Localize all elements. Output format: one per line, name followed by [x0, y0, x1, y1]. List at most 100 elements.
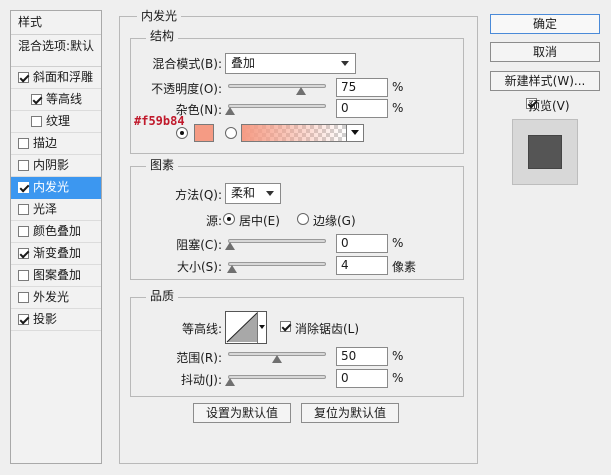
blend-mode-value: 叠加	[231, 56, 256, 70]
style-item-checkbox[interactable]	[18, 72, 29, 83]
style-item-checkbox[interactable]	[18, 226, 29, 237]
style-item-label: 光泽	[33, 202, 58, 216]
reset-default-button[interactable]: 复位为默认值	[301, 403, 399, 423]
style-item[interactable]: 内发光	[11, 177, 101, 199]
style-item[interactable]: 投影	[11, 309, 101, 331]
style-item-checkbox[interactable]	[18, 248, 29, 259]
source-center-radio[interactable]	[223, 213, 235, 225]
method-value: 柔和	[231, 186, 256, 200]
style-item-label: 投影	[33, 312, 58, 326]
size-input[interactable]: 4	[336, 256, 388, 275]
style-item-label: 图案叠加	[33, 268, 82, 282]
style-item-label: 描边	[33, 136, 58, 150]
antialias-label[interactable]: 消除锯齿(L)	[295, 320, 359, 337]
choke-unit: %	[392, 236, 404, 250]
size-slider-thumb[interactable]	[226, 265, 237, 273]
gradient-preview	[242, 125, 346, 141]
gradient-radio[interactable]	[225, 127, 237, 139]
blend-mode-label: 混合模式(B):	[152, 57, 222, 71]
range-input[interactable]: 50	[336, 347, 388, 366]
range-slider-thumb[interactable]	[272, 355, 282, 363]
glow-color-swatch[interactable]	[194, 124, 214, 142]
solid-color-radio[interactable]	[176, 127, 188, 139]
chevron-down-icon	[266, 191, 274, 196]
source-center-label[interactable]: 居中(E)	[239, 212, 280, 229]
blending-options-item[interactable]: 混合选项:默认	[11, 35, 101, 67]
style-item-checkbox[interactable]	[18, 160, 29, 171]
choke-input[interactable]: 0	[336, 234, 388, 253]
method-label: 方法(Q):	[175, 188, 222, 202]
set-default-button[interactable]: 设置为默认值	[193, 403, 291, 423]
style-item[interactable]: 外发光	[11, 287, 101, 309]
source-label: 源:	[205, 214, 222, 228]
opacity-input[interactable]: 75	[336, 78, 388, 97]
opacity-label: 不透明度(O):	[151, 82, 222, 96]
choke-slider[interactable]	[228, 239, 326, 243]
contour-picker[interactable]	[225, 311, 267, 344]
noise-slider-thumb[interactable]	[225, 107, 235, 115]
gradient-dropdown-button[interactable]	[346, 125, 363, 141]
inner-glow-title: 内发光	[137, 9, 182, 23]
size-slider[interactable]	[228, 262, 326, 266]
jitter-input[interactable]: 0	[336, 369, 388, 388]
chevron-down-icon	[341, 61, 349, 66]
style-item-checkbox[interactable]	[18, 182, 29, 193]
contour-dropdown-button[interactable]	[257, 312, 266, 343]
style-item[interactable]: 光泽	[11, 199, 101, 221]
style-item-checkbox[interactable]	[18, 204, 29, 215]
style-item[interactable]: 描边	[11, 133, 101, 155]
styles-title: 样式	[11, 11, 101, 35]
style-item-label: 等高线	[46, 92, 83, 106]
choke-slider-thumb[interactable]	[225, 242, 235, 250]
style-item[interactable]: 渐变叠加	[11, 243, 101, 265]
preview-label[interactable]: 预览(V)	[528, 97, 570, 114]
noise-unit: %	[392, 101, 404, 115]
style-item[interactable]: 斜面和浮雕	[11, 67, 101, 89]
opacity-slider[interactable]	[228, 84, 326, 88]
opacity-slider-thumb[interactable]	[295, 87, 306, 95]
jitter-slider[interactable]	[228, 375, 326, 379]
method-select[interactable]: 柔和	[225, 183, 281, 204]
size-label: 大小(S):	[176, 260, 222, 274]
new-style-button[interactable]: 新建样式(W)...	[490, 71, 600, 91]
style-item-checkbox[interactable]	[18, 314, 29, 325]
style-item-checkbox[interactable]	[18, 292, 29, 303]
style-item[interactable]: 图案叠加	[11, 265, 101, 287]
style-item-label: 纹理	[46, 114, 71, 128]
noise-input[interactable]: 0	[336, 99, 388, 118]
jitter-unit: %	[392, 371, 404, 385]
source-edge-label[interactable]: 边缘(G)	[313, 212, 356, 229]
ok-button[interactable]: 确定	[490, 14, 600, 34]
style-item[interactable]: 纹理	[11, 111, 101, 133]
chevron-down-icon	[259, 325, 265, 329]
size-unit: 像素	[392, 260, 417, 274]
structure-title: 结构	[146, 29, 179, 43]
style-item-label: 颜色叠加	[33, 224, 82, 238]
style-item-label: 斜面和浮雕	[33, 70, 94, 84]
style-item-checkbox[interactable]	[31, 116, 42, 127]
style-item-checkbox[interactable]	[31, 94, 42, 105]
style-item-checkbox[interactable]	[18, 138, 29, 149]
style-item-label: 渐变叠加	[33, 246, 82, 260]
opacity-unit: %	[392, 80, 404, 94]
style-item[interactable]: 颜色叠加	[11, 221, 101, 243]
style-item[interactable]: 等高线	[11, 89, 101, 111]
noise-slider[interactable]	[228, 104, 326, 108]
style-item[interactable]: 内阴影	[11, 155, 101, 177]
jitter-label: 抖动(J):	[181, 373, 222, 387]
jitter-slider-thumb[interactable]	[225, 378, 235, 386]
range-label: 范围(R):	[176, 351, 222, 365]
style-item-checkbox[interactable]	[18, 270, 29, 281]
antialias-checkbox[interactable]	[280, 321, 291, 332]
styles-panel: 样式 混合选项:默认 斜面和浮雕等高线纹理描边内阴影内发光光泽颜色叠加渐变叠加图…	[10, 10, 102, 464]
style-item-label: 内阴影	[33, 158, 70, 172]
style-item-label: 外发光	[33, 290, 70, 304]
chevron-down-icon	[351, 130, 359, 135]
source-edge-radio[interactable]	[297, 213, 309, 225]
cancel-button[interactable]: 取消	[490, 42, 600, 62]
gradient-picker[interactable]	[241, 124, 364, 142]
blend-mode-select[interactable]: 叠加	[225, 53, 356, 74]
choke-label: 阻塞(C):	[176, 238, 222, 252]
elements-title: 图素	[146, 158, 179, 172]
contour-label: 等高线:	[181, 322, 222, 336]
